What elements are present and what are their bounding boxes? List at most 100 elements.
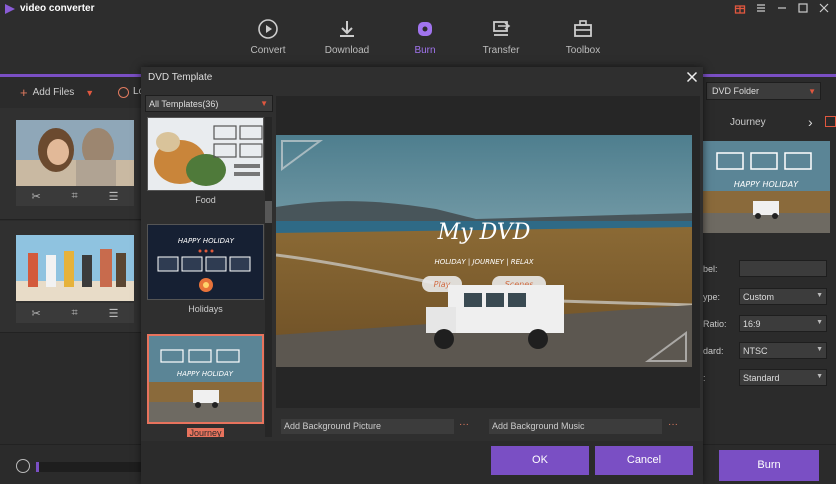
chevron-down-icon: ▼ — [816, 346, 823, 353]
scissors-icon[interactable]: ✂ — [31, 307, 40, 320]
play-circle-icon — [258, 19, 278, 39]
nav-convert[interactable]: Convert — [232, 18, 304, 64]
menu-type-select[interactable]: Custom ▼ — [739, 288, 827, 305]
burn-button[interactable]: Burn — [719, 450, 819, 481]
edit-icon[interactable] — [825, 116, 836, 127]
template-list: Food HAPPY HOLIDAY Holidays HAPPY HOLIDA… — [145, 117, 273, 437]
setting-label: Ratio: — [703, 319, 727, 329]
ok-button[interactable]: OK — [491, 446, 589, 475]
plus-icon: + — [20, 85, 28, 100]
select-value: Custom — [743, 292, 775, 302]
burn-disc-icon — [418, 22, 432, 36]
dialog-title: DVD Template — [148, 72, 213, 83]
chevron-down-icon: ▼ — [816, 319, 823, 326]
template-list-scrollbar[interactable] — [265, 117, 272, 437]
nav-toolbox[interactable]: Toolbox — [547, 18, 619, 64]
template-name: Journey — [147, 428, 264, 437]
load-disc-icon[interactable] — [118, 87, 129, 98]
nav-transfer[interactable]: Transfer — [465, 18, 537, 64]
alarm-clock-icon[interactable] — [16, 459, 30, 473]
gift-icon[interactable] — [734, 2, 746, 14]
scrollbar-thumb[interactable] — [265, 201, 272, 223]
template-thumbnail: HAPPY HOLIDAY — [147, 224, 264, 300]
template-thumbnail: HAPPY HOLIDAY — [703, 141, 830, 233]
menu-icon[interactable] — [755, 2, 767, 14]
nav-label: Toolbox — [565, 45, 601, 56]
output-select-value: DVD Folder — [712, 86, 760, 96]
setting-row-aspect-ratio: Ratio: 16:9 ▼ — [703, 315, 836, 335]
select-value: 16:9 — [743, 319, 761, 329]
edit-tools: ✂ ⌗ ☰ — [16, 303, 134, 323]
template-thumbnail: HAPPY HOLIDAY — [147, 334, 264, 424]
quality-select[interactable]: Standard ▼ — [739, 369, 827, 386]
top-bar: video converter Convert Download Burn Tr… — [0, 0, 836, 74]
template-item-food[interactable]: Food — [147, 117, 264, 205]
progress-fill — [36, 462, 39, 472]
close-icon[interactable] — [686, 71, 698, 83]
output-select[interactable]: DVD Folder ▼ — [706, 82, 821, 100]
dialog-header: DVD Template — [141, 67, 703, 89]
chevron-down-icon[interactable]: ▼ — [85, 88, 94, 98]
nav-burn[interactable]: Burn — [389, 18, 461, 64]
app-logo-icon — [5, 4, 15, 14]
add-files-label: Add Files — [32, 87, 75, 98]
chevron-right-icon[interactable]: › — [808, 114, 813, 130]
template-item-holidays[interactable]: HAPPY HOLIDAY Holidays — [147, 224, 264, 314]
browse-picture-button[interactable]: ··· — [459, 419, 469, 430]
thumb-caption: HAPPY HOLIDAY — [177, 370, 234, 378]
dvd-menu-preview: My DVD HOLIDAY | JOURNEY | RELAX Play Sc… — [276, 135, 692, 367]
setting-row-menu-type: ype: Custom ▼ — [703, 288, 836, 308]
output-settings-panel: DVD Folder ▼ Journey › HAPPY HOLIDAY bel… — [703, 77, 836, 444]
template-filter-value: All Templates(36) — [149, 99, 219, 109]
crop-icon[interactable]: ⌗ — [72, 307, 78, 320]
crop-icon[interactable]: ⌗ — [72, 190, 78, 203]
nav-label: Download — [324, 45, 370, 56]
setting-row-tv-standard: dard: NTSC ▼ — [703, 342, 836, 362]
file-row[interactable]: ✂ ⌗ ☰ — [0, 221, 142, 333]
template-item-journey[interactable]: HAPPY HOLIDAY Journey — [147, 334, 264, 437]
cancel-button[interactable]: Cancel — [595, 446, 693, 475]
minimize-icon[interactable] — [776, 2, 788, 14]
chevron-down-icon: ▼ — [816, 373, 823, 380]
thumb-caption: HAPPY HOLIDAY — [734, 180, 799, 189]
setting-label: bel: — [703, 264, 718, 274]
aspect-ratio-select[interactable]: 16:9 ▼ — [739, 315, 827, 332]
tv-standard-select[interactable]: NTSC ▼ — [739, 342, 827, 359]
chevron-down-icon: ▼ — [808, 87, 816, 96]
toolbox-icon — [574, 20, 592, 37]
maximize-icon[interactable] — [797, 2, 809, 14]
template-name-text: Food — [195, 195, 216, 205]
label-input[interactable] — [739, 260, 827, 277]
nav-label: Transfer — [482, 45, 520, 56]
preview-title: My DVD — [437, 220, 531, 245]
background-picture-field[interactable]: Add Background Picture — [281, 419, 454, 434]
dvd-template-dialog: DVD Template All Templates(36) ▼ Food HA… — [141, 67, 703, 484]
dialog-footer: OK Cancel — [141, 441, 703, 484]
setting-label: dard: — [703, 346, 724, 356]
scissors-icon[interactable]: ✂ — [31, 190, 40, 203]
nav-download[interactable]: Download — [311, 18, 383, 64]
preview-subtitle: HOLIDAY | JOURNEY | RELAX — [434, 258, 533, 266]
preview-area: My DVD HOLIDAY | JOURNEY | RELAX Play Sc… — [276, 96, 700, 408]
chevron-down-icon: ▼ — [816, 292, 823, 299]
chevron-down-icon: ▼ — [260, 99, 268, 108]
template-name-text: Holidays — [188, 304, 223, 314]
window-controls — [734, 2, 830, 14]
setting-row-quality: : Standard ▼ — [703, 369, 836, 389]
browse-music-button[interactable]: ··· — [668, 419, 678, 430]
setting-label: ype: — [703, 292, 721, 302]
settings-sliders-icon[interactable]: ☰ — [109, 190, 119, 203]
add-files-button[interactable]: + Add Files ▼ — [20, 85, 94, 100]
close-icon[interactable] — [818, 2, 830, 14]
template-filter-select[interactable]: All Templates(36) ▼ — [145, 95, 273, 112]
transfer-icon — [493, 21, 511, 36]
template-name: Holidays — [147, 304, 264, 314]
setting-row-label: bel: — [703, 260, 836, 280]
settings-sliders-icon[interactable]: ☰ — [109, 307, 119, 320]
background-music-field[interactable]: Add Background Music — [489, 419, 662, 434]
download-icon — [340, 21, 354, 37]
edit-tools: ✂ ⌗ ☰ — [16, 186, 134, 206]
select-value: Standard — [743, 373, 780, 383]
file-row[interactable]: ✂ ⌗ ☰ — [0, 108, 142, 220]
setting-label: : — [703, 373, 706, 383]
